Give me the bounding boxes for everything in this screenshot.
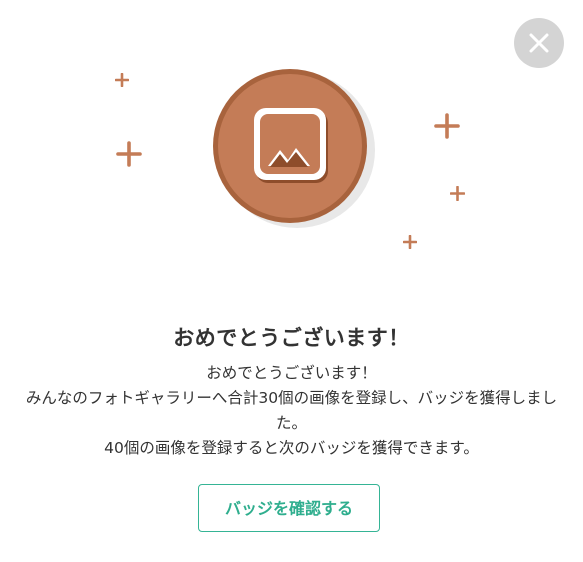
modal-title: おめでとうございます！ [173,326,410,350]
sparkle-icon [450,186,465,201]
sparkle-icon [116,141,142,167]
message-line: おめでとうございます！ [206,364,377,382]
message-line: 40個の画像を登録すると次のバッジを獲得できます。 [104,439,479,457]
sparkle-icon [434,113,460,139]
sparkle-icon [115,73,129,87]
message-line: みんなのフォトギャラリーへ合計30個の画像を登録し、バッジを獲得しました。 [25,389,558,432]
close-icon [529,33,549,53]
view-badge-button[interactable]: バッジを確認する [198,484,380,532]
modal-message: おめでとうございます！ みんなのフォトギャラリーへ合計30個の画像を登録し、バッ… [16,361,567,461]
sparkle-icon [403,235,417,249]
badge-medal [213,69,375,228]
image-gallery-icon [254,108,328,183]
close-button[interactable] [514,18,564,68]
